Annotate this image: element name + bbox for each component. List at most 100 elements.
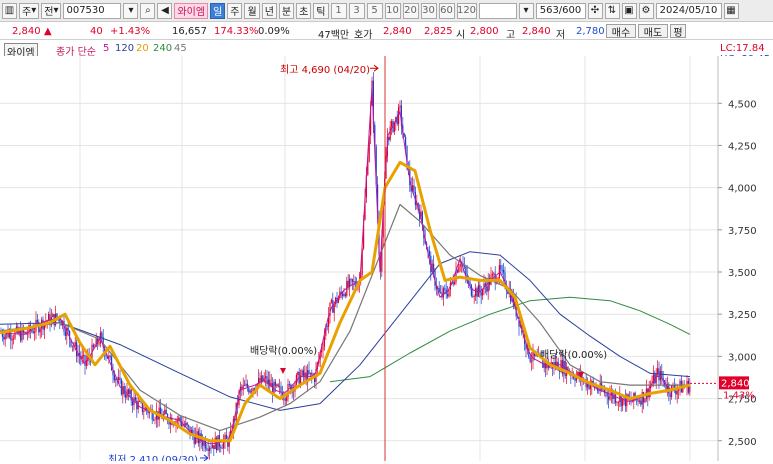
code-dropdown-icon[interactable]: ▾ (123, 2, 139, 19)
minute-30[interactable]: 30 (420, 2, 437, 19)
open-label: 시 (456, 30, 466, 41)
minute-120[interactable]: 120 (456, 2, 477, 19)
candle-body (241, 386, 243, 389)
candle-body (351, 279, 353, 283)
buy-button[interactable]: 매수 (606, 24, 636, 39)
y-tick-label: 4,250 (728, 141, 757, 152)
candle-body (503, 269, 505, 273)
minute-60[interactable]: 60 (438, 2, 455, 19)
candle-body (67, 327, 69, 331)
candle-body (251, 390, 253, 392)
minute-3[interactable]: 3 (348, 2, 365, 19)
candle-body (444, 288, 446, 290)
speaker-icon[interactable]: ◀ (157, 2, 173, 19)
ma-45-label: 45 (174, 43, 187, 54)
candle-body (333, 303, 335, 313)
candle-body (577, 372, 579, 376)
stock-name-field[interactable]: 와이엠 (174, 2, 209, 19)
candle-body (136, 400, 138, 410)
tab-tick[interactable]: 틱 (313, 2, 329, 19)
volume-value: 16,657 (172, 26, 207, 37)
tab-second[interactable]: 초 (296, 2, 312, 19)
candle-body (196, 431, 198, 435)
count-value: 563/600 (539, 5, 582, 16)
y-tick-label: 3,000 (728, 352, 757, 363)
candle-body (113, 375, 115, 381)
candle-body (676, 390, 678, 395)
tab-week[interactable]: 주 (227, 2, 243, 19)
candle-body (440, 292, 442, 293)
candle-body (297, 371, 299, 375)
candle-body (655, 373, 657, 384)
candle-body (242, 385, 244, 389)
candle-body (249, 390, 251, 393)
candle-body (322, 346, 324, 351)
candle-body (105, 355, 107, 357)
dividend-annotation-1: 배당락(0.00%) (250, 345, 317, 357)
candle-body (559, 370, 561, 372)
y-tick-label: 3,750 (728, 226, 757, 237)
candle-body (413, 185, 415, 193)
candle-body (274, 381, 276, 386)
candle-body (34, 331, 36, 333)
minute-10[interactable]: 10 (384, 2, 401, 19)
candle-body (85, 361, 87, 366)
candle-body (545, 363, 547, 369)
candle-body (304, 372, 306, 377)
avg-button[interactable]: 평 (670, 24, 686, 39)
save-icon[interactable]: ▣ (621, 2, 637, 19)
low-annotation: 최저 2,410 (09/30) (108, 454, 198, 461)
calendar-icon[interactable]: ▦ (723, 2, 739, 19)
candle-body (531, 360, 533, 362)
candle-body (608, 396, 610, 400)
search-icon[interactable]: ⌕ (140, 2, 156, 19)
sell-button[interactable]: 매도 (638, 24, 668, 39)
candle-body (14, 331, 16, 339)
layout-icon[interactable]: ▥ (2, 2, 17, 19)
tab-minute[interactable]: 분 (278, 2, 295, 19)
candle-body (476, 288, 478, 297)
candle-body (221, 448, 223, 449)
dividend-annotation-2: 배당락(0.00%) (540, 349, 607, 361)
toolbar: ▥ 주 ▾ 전 ▾ 007530 ▾ ⌕ ◀ 와이엠 일 주 월 년 분 초 틱 1… (0, 0, 773, 22)
candle-body (3, 336, 5, 340)
candle-body (213, 445, 215, 450)
candle-body (185, 422, 187, 426)
tab-day[interactable]: 일 (210, 2, 226, 19)
gear-icon[interactable]: ⚙ (638, 2, 654, 19)
candle-body (127, 389, 129, 394)
high-label: 고 (506, 30, 516, 41)
candle-body (500, 265, 502, 270)
candle-body (225, 434, 227, 439)
candle-body (36, 319, 38, 323)
code-input[interactable]: 007530 (63, 2, 122, 19)
minute-5[interactable]: 5 (366, 2, 383, 19)
interval-input[interactable] (478, 2, 517, 19)
candle-body (109, 355, 111, 357)
price-chart[interactable]: 2,500 2,750 3,000 3,250 3,500 3,750 4,000 4,250… (0, 56, 773, 464)
minute-20[interactable]: 20 (402, 2, 419, 19)
main-menu-label: 주 (22, 7, 32, 18)
market-select[interactable]: 전 ▾ (41, 2, 62, 19)
candle-body (188, 425, 190, 427)
crosshair-icon[interactable]: ✣ (587, 2, 603, 19)
interval-dropdown-icon[interactable]: ▾ (518, 2, 534, 19)
main-menu-button[interactable]: 주 ▾ (19, 2, 40, 19)
candle-body (405, 136, 407, 146)
candle-body (13, 338, 15, 340)
candle-body (160, 407, 162, 415)
tab-month[interactable]: 월 (244, 2, 260, 19)
ask1-value: 2,840 (383, 26, 412, 37)
candle-body (186, 422, 188, 426)
candle-body (277, 384, 279, 387)
chart-type-icon[interactable]: ⇅ (604, 2, 620, 19)
candle-body (330, 300, 332, 303)
date-field[interactable]: 2024/05/10 (655, 2, 722, 19)
candle-body (433, 263, 435, 271)
candle-body (442, 288, 444, 298)
candle-body (473, 296, 475, 298)
candle-body (463, 266, 465, 268)
tab-year[interactable]: 년 (261, 2, 277, 19)
minute-1[interactable]: 1 (330, 2, 347, 19)
count-field[interactable]: 563/600 (535, 2, 586, 19)
